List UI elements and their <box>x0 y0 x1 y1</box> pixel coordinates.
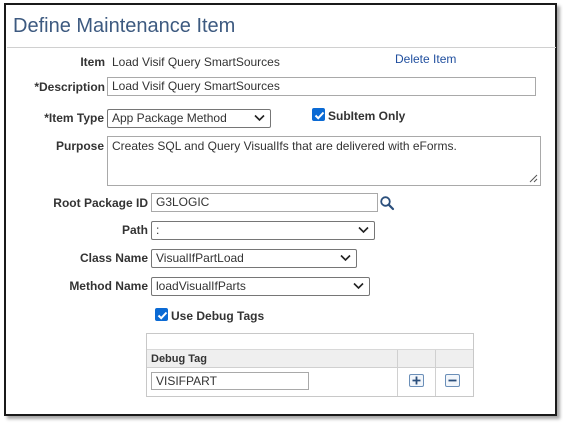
path-label: Path <box>121 223 148 237</box>
delete-item-link[interactable]: Delete Item <box>395 52 456 66</box>
root-package-id-field[interactable]: G3LOGIC <box>151 193 378 212</box>
class-name-label: Class Name <box>79 251 148 265</box>
chevron-down-icon <box>358 226 369 234</box>
delete-row-button[interactable] <box>445 374 460 387</box>
item-type-value: App Package Method <box>112 111 227 125</box>
debug-tag-column-header: Debug Tag <box>151 353 208 365</box>
chevron-down-icon <box>254 114 265 122</box>
chevron-down-icon <box>340 254 351 262</box>
use-debug-tags-label: Use Debug Tags <box>171 309 265 323</box>
subitem-only-label: SubItem Only <box>328 109 406 123</box>
search-icon[interactable] <box>379 195 395 211</box>
description-field[interactable]: Load Visif Query SmartSources <box>107 77 536 96</box>
method-name-select[interactable]: loadVisualIfParts <box>151 277 370 296</box>
purpose-value: Creates SQL and Query VisualIfs that are… <box>112 139 457 153</box>
debug-tag-grid: Debug Tag VISIFPART <box>146 333 474 397</box>
item-label: Item <box>80 55 105 69</box>
grid-navigation-bar <box>147 334 473 350</box>
path-select[interactable]: : <box>151 221 375 240</box>
item-type-select[interactable]: App Package Method <box>107 109 271 128</box>
plus-icon <box>412 376 421 385</box>
title-divider <box>7 47 556 48</box>
minus-icon <box>448 379 457 382</box>
item-type-label: *Item Type <box>44 111 104 125</box>
checkmark-icon <box>157 311 168 320</box>
class-name-value: VisualIfPartLoad <box>156 251 244 265</box>
purpose-label: Purpose <box>55 139 104 153</box>
debug-tag-field[interactable]: VISIFPART <box>151 372 309 390</box>
grid-header-row: Debug Tag <box>147 350 473 368</box>
page-title: Define Maintenance Item <box>13 15 236 37</box>
use-debug-tags-checkbox[interactable] <box>155 308 168 321</box>
root-package-id-label: Root Package ID <box>53 196 148 210</box>
column-divider <box>397 350 398 396</box>
subitem-only-checkbox[interactable] <box>312 108 325 121</box>
chevron-down-icon <box>353 282 364 290</box>
resize-grip-icon[interactable] <box>528 173 538 183</box>
purpose-textarea[interactable]: Creates SQL and Query VisualIfs that are… <box>107 136 541 186</box>
column-divider <box>435 350 436 396</box>
item-value: Load Visif Query SmartSources <box>112 55 280 69</box>
checkmark-icon <box>314 111 325 120</box>
path-value: : <box>156 223 160 237</box>
method-name-label: Method Name <box>69 279 148 293</box>
description-label: *Description <box>34 80 105 94</box>
class-name-select[interactable]: VisualIfPartLoad <box>151 249 357 268</box>
method-name-value: loadVisualIfParts <box>156 279 246 293</box>
add-row-button[interactable] <box>409 374 424 387</box>
